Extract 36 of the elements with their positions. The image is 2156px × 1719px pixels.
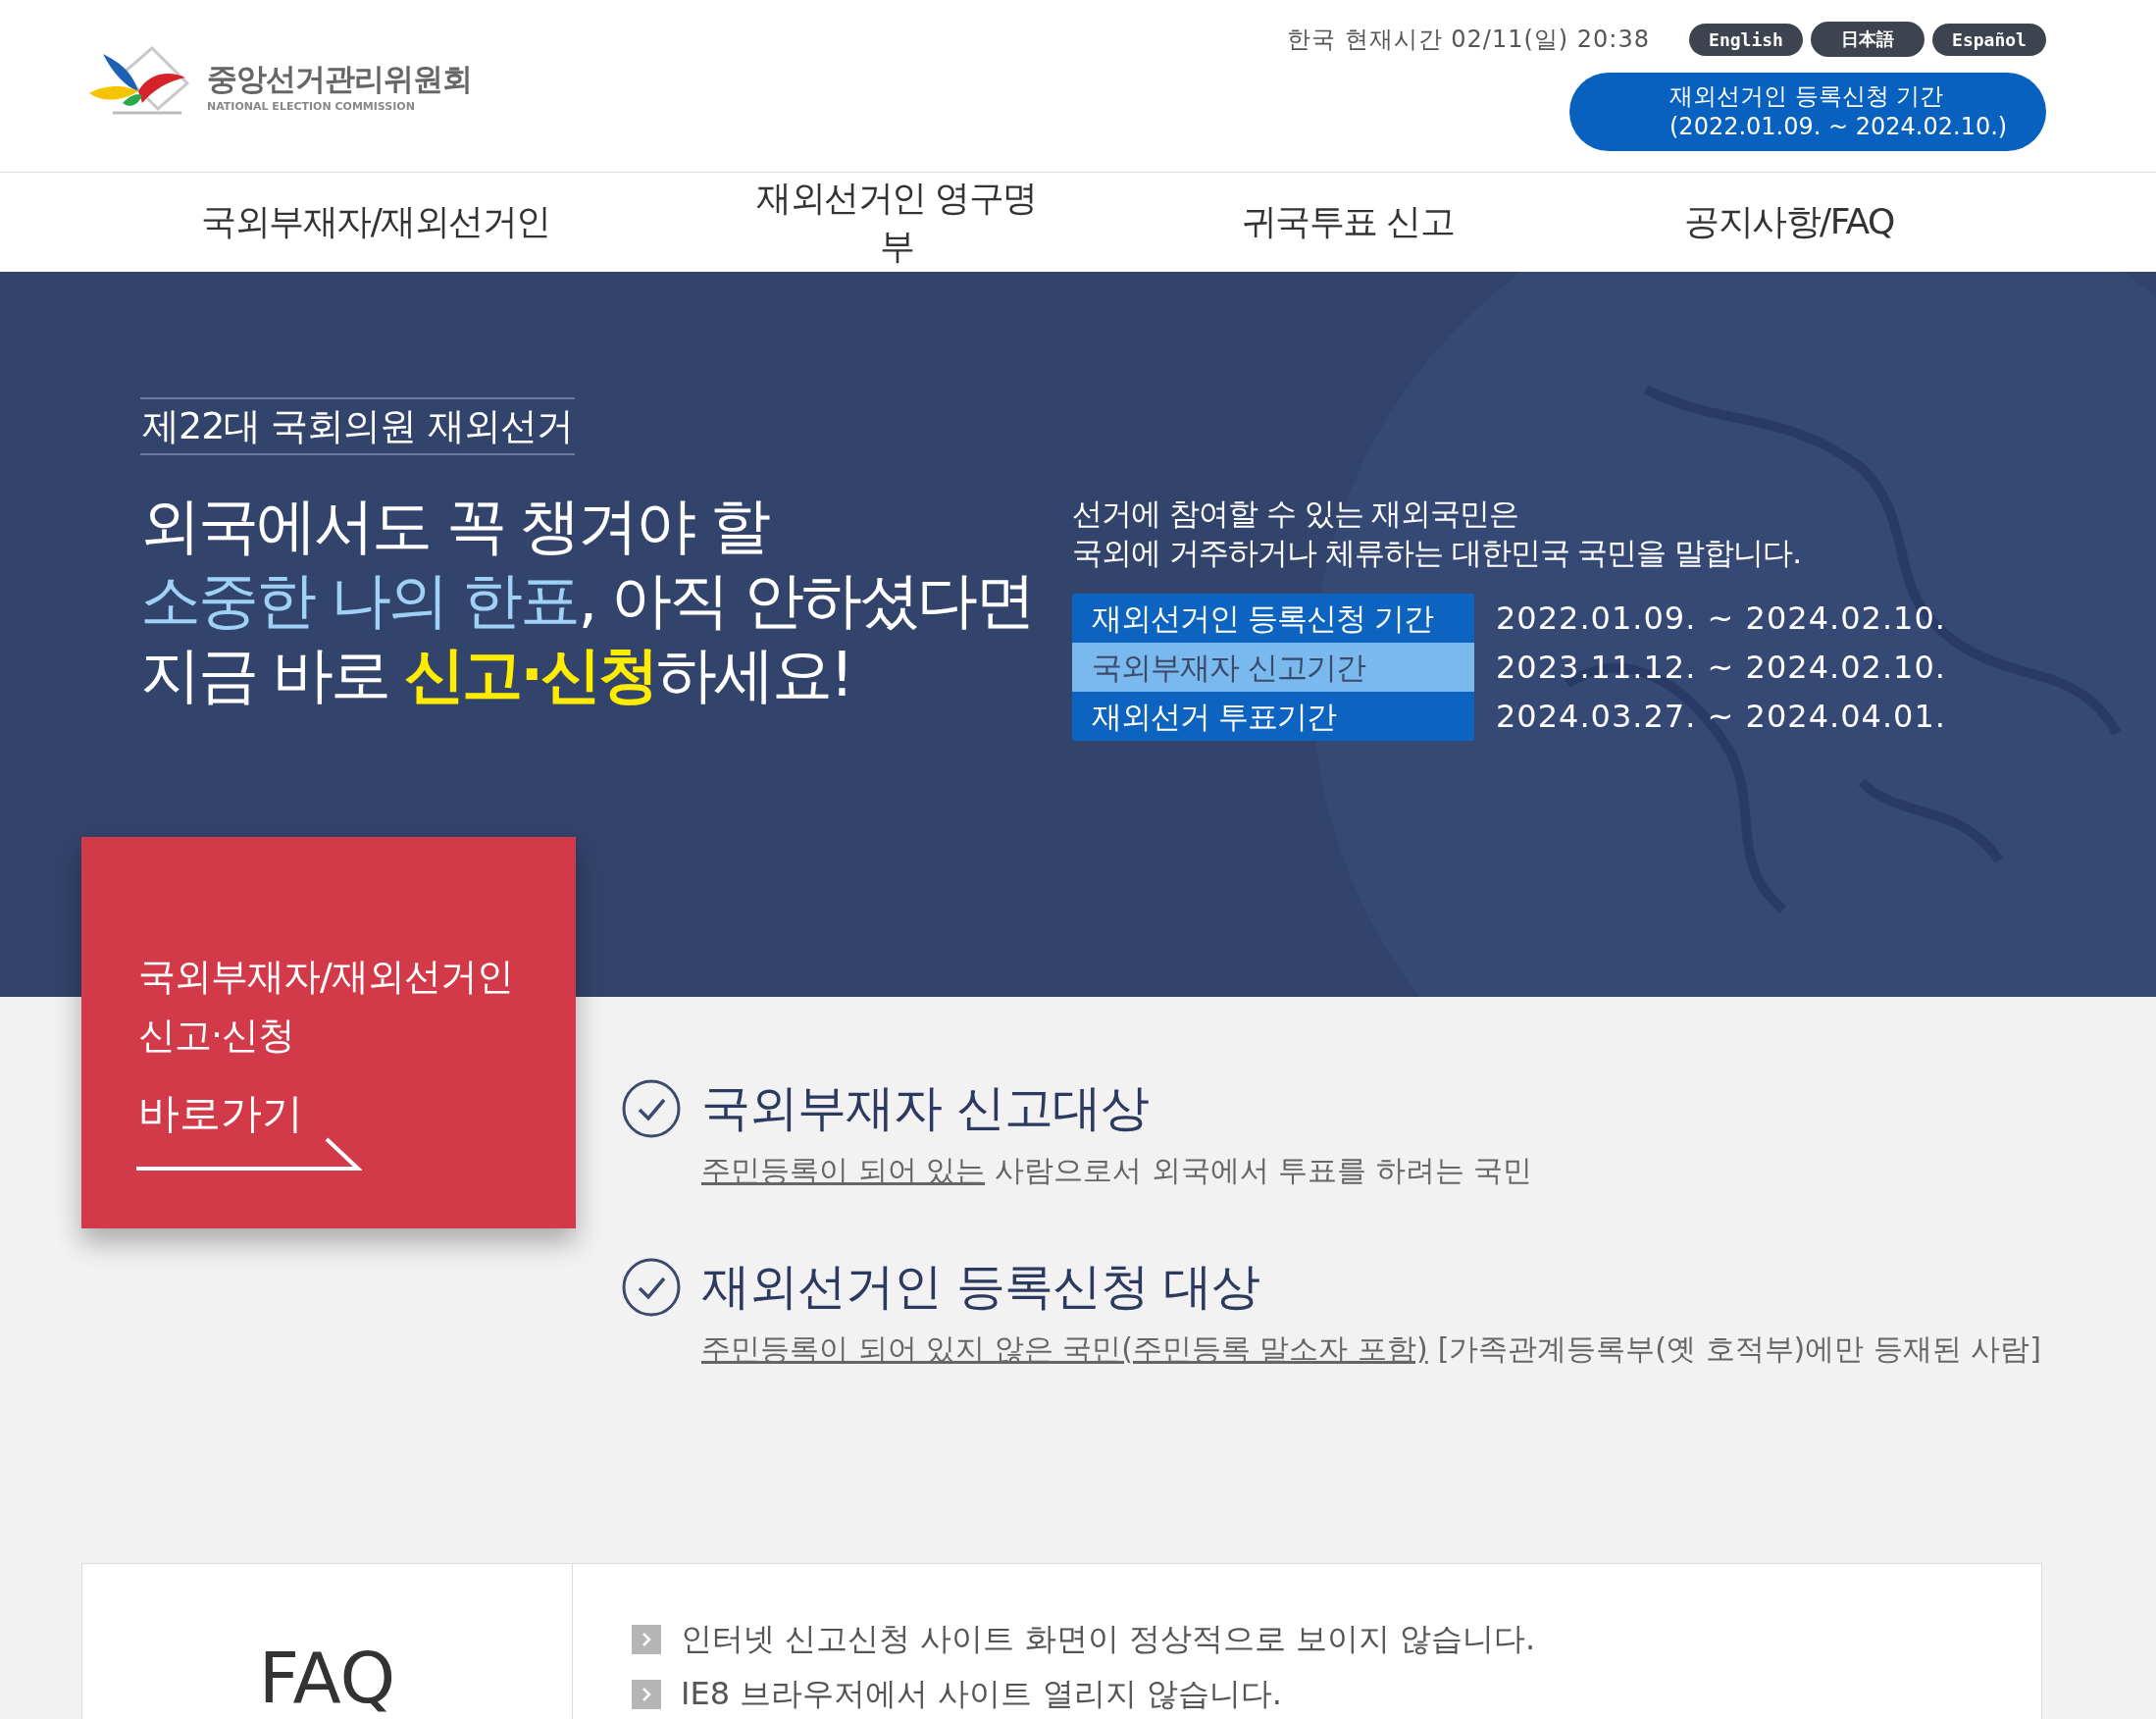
target-link[interactable]: 주민등록이 되어 있지 않은 국민(주민등록 말소자 포함) [701,1329,1428,1370]
apply-card-title: 국외부재자/재외선거인 신고·신청 [138,954,513,1059]
faq-question[interactable]: 인터넷 신고신청 사이트 화면이 정상적으로 보이지 않습니다. [681,1618,1536,1661]
target-description: 사람으로서 외국에서 투표를 하려는 국민 [995,1152,1533,1189]
target-description: [가족관계등록부(옛 호적부)에만 등재된 사람] [1437,1330,2042,1368]
language-button[interactable]: Español [1932,23,2046,56]
logo-subtitle: NATIONAL ELECTION COMMISSION [207,100,416,113]
check-circle-icon [621,1256,682,1318]
intro-text: 선거에 참여할 수 있는 재외국민은 국외에 거주하거나 체류하는 대한민국 국민을 말합니다. [1072,495,1803,572]
period-dates: 2024.03.27. ~ 2024.04.01. [1496,698,1946,735]
current-time: 한국 현재시간 02/11(일) 20:38 [1287,25,1650,55]
target-title: 재외선거인 등록신청 대상 [701,1257,1259,1317]
check-circle-icon [621,1077,682,1139]
language-button[interactable]: English [1689,23,1803,56]
language-button[interactable]: 日本語 [1811,22,1925,57]
nav-menu-item[interactable]: 국외부재자/재외선거인 [0,198,751,246]
period-label[interactable]: 재외선거인 등록신청 기간 [1072,594,1474,643]
chevron-right-icon [632,1680,661,1709]
election-subtitle: 제22대 국회의원 재외선거 [140,397,575,455]
hero-headline: 외국에서도 꼭 챙겨야 할 소중한 나의 한표, 아직 안하셨다면 지금 바로 신고·신청하세요! [140,489,1033,712]
target-link[interactable]: 주민등록이 되어 있는 [701,1151,986,1191]
logo-title: 중앙선거관리위원회 [207,60,472,98]
apply-card[interactable]: 국외부재자/재외선거인 신고·신청 바로가기 [81,837,576,1228]
nav-menu-item[interactable]: 재외선거인 영구명부 [751,174,1042,271]
nav-menu-item[interactable]: 공지사항/FAQ [1654,198,1925,246]
period-dates: 2022.01.09. ~ 2024.02.10. [1496,599,1946,637]
registration-period-button[interactable]: 재외선거인 등록신청 기간 (2022.01.09. ~ 2024.02.10.) [1569,73,2046,151]
faq-question[interactable]: IE8 브라우저에서 사이트 열리지 않습니다. [681,1673,1282,1716]
period-dates: 2023.11.12. ~ 2024.02.10. [1496,649,1946,686]
faq-title: FAQ [258,1642,396,1719]
period-label[interactable]: 재외선거 투표기간 [1072,692,1474,741]
shortcut-link[interactable]: 바로가기 [138,1086,303,1141]
period-label[interactable]: 국외부재자 신고기간 [1072,643,1474,692]
nav-menu-item[interactable]: 귀국투표 신고 [1042,198,1654,246]
target-title: 국외부재자 신고대상 [701,1078,1149,1138]
chevron-right-icon [632,1625,661,1654]
